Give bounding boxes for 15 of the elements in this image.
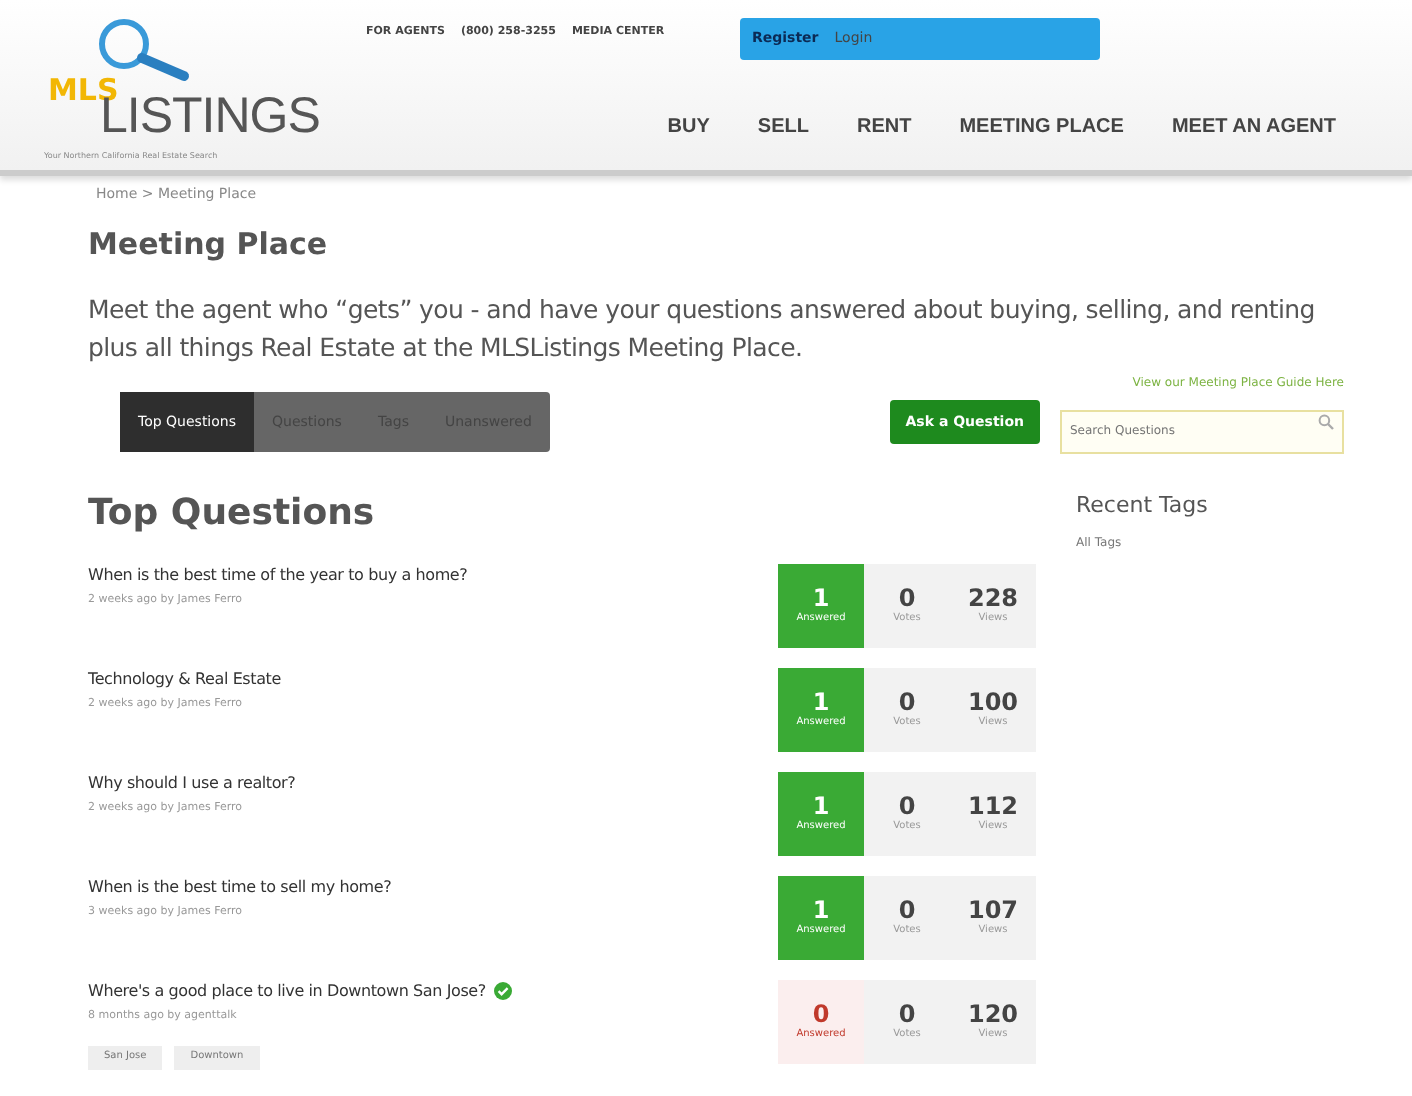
section-title: Top Questions bbox=[88, 492, 377, 536]
question-title[interactable]: Why should I use a realtor? bbox=[88, 771, 778, 796]
intro-text: Meet the agent who “gets” you - and have your questions answered about buying, selling, and renting plus all things Real Estate at the MLSListings Meeting Place. bbox=[88, 291, 1317, 366]
nav-link[interactable]: MEET AN AGENT bbox=[1147, 108, 1360, 146]
nav-link[interactable]: RENT bbox=[832, 108, 936, 146]
nav-link[interactable]: SELL bbox=[733, 108, 833, 146]
question-title[interactable]: When is the best time to sell my home? bbox=[88, 875, 778, 900]
search-icon[interactable] bbox=[1318, 414, 1334, 431]
page-title: Meeting Place bbox=[88, 225, 330, 261]
question-title[interactable]: Technology & Real Estate bbox=[88, 667, 778, 692]
nav-link[interactable]: BUY bbox=[643, 108, 734, 146]
question-title[interactable]: When is the best time of the year to buy a home? bbox=[88, 563, 778, 588]
nav-link[interactable]: MEETING PLACE bbox=[935, 108, 1148, 146]
question-title[interactable]: Where's a good place to live in Downtown San Jose? bbox=[88, 981, 486, 1000]
sidebar-title: Recent Tags bbox=[1076, 492, 1208, 519]
